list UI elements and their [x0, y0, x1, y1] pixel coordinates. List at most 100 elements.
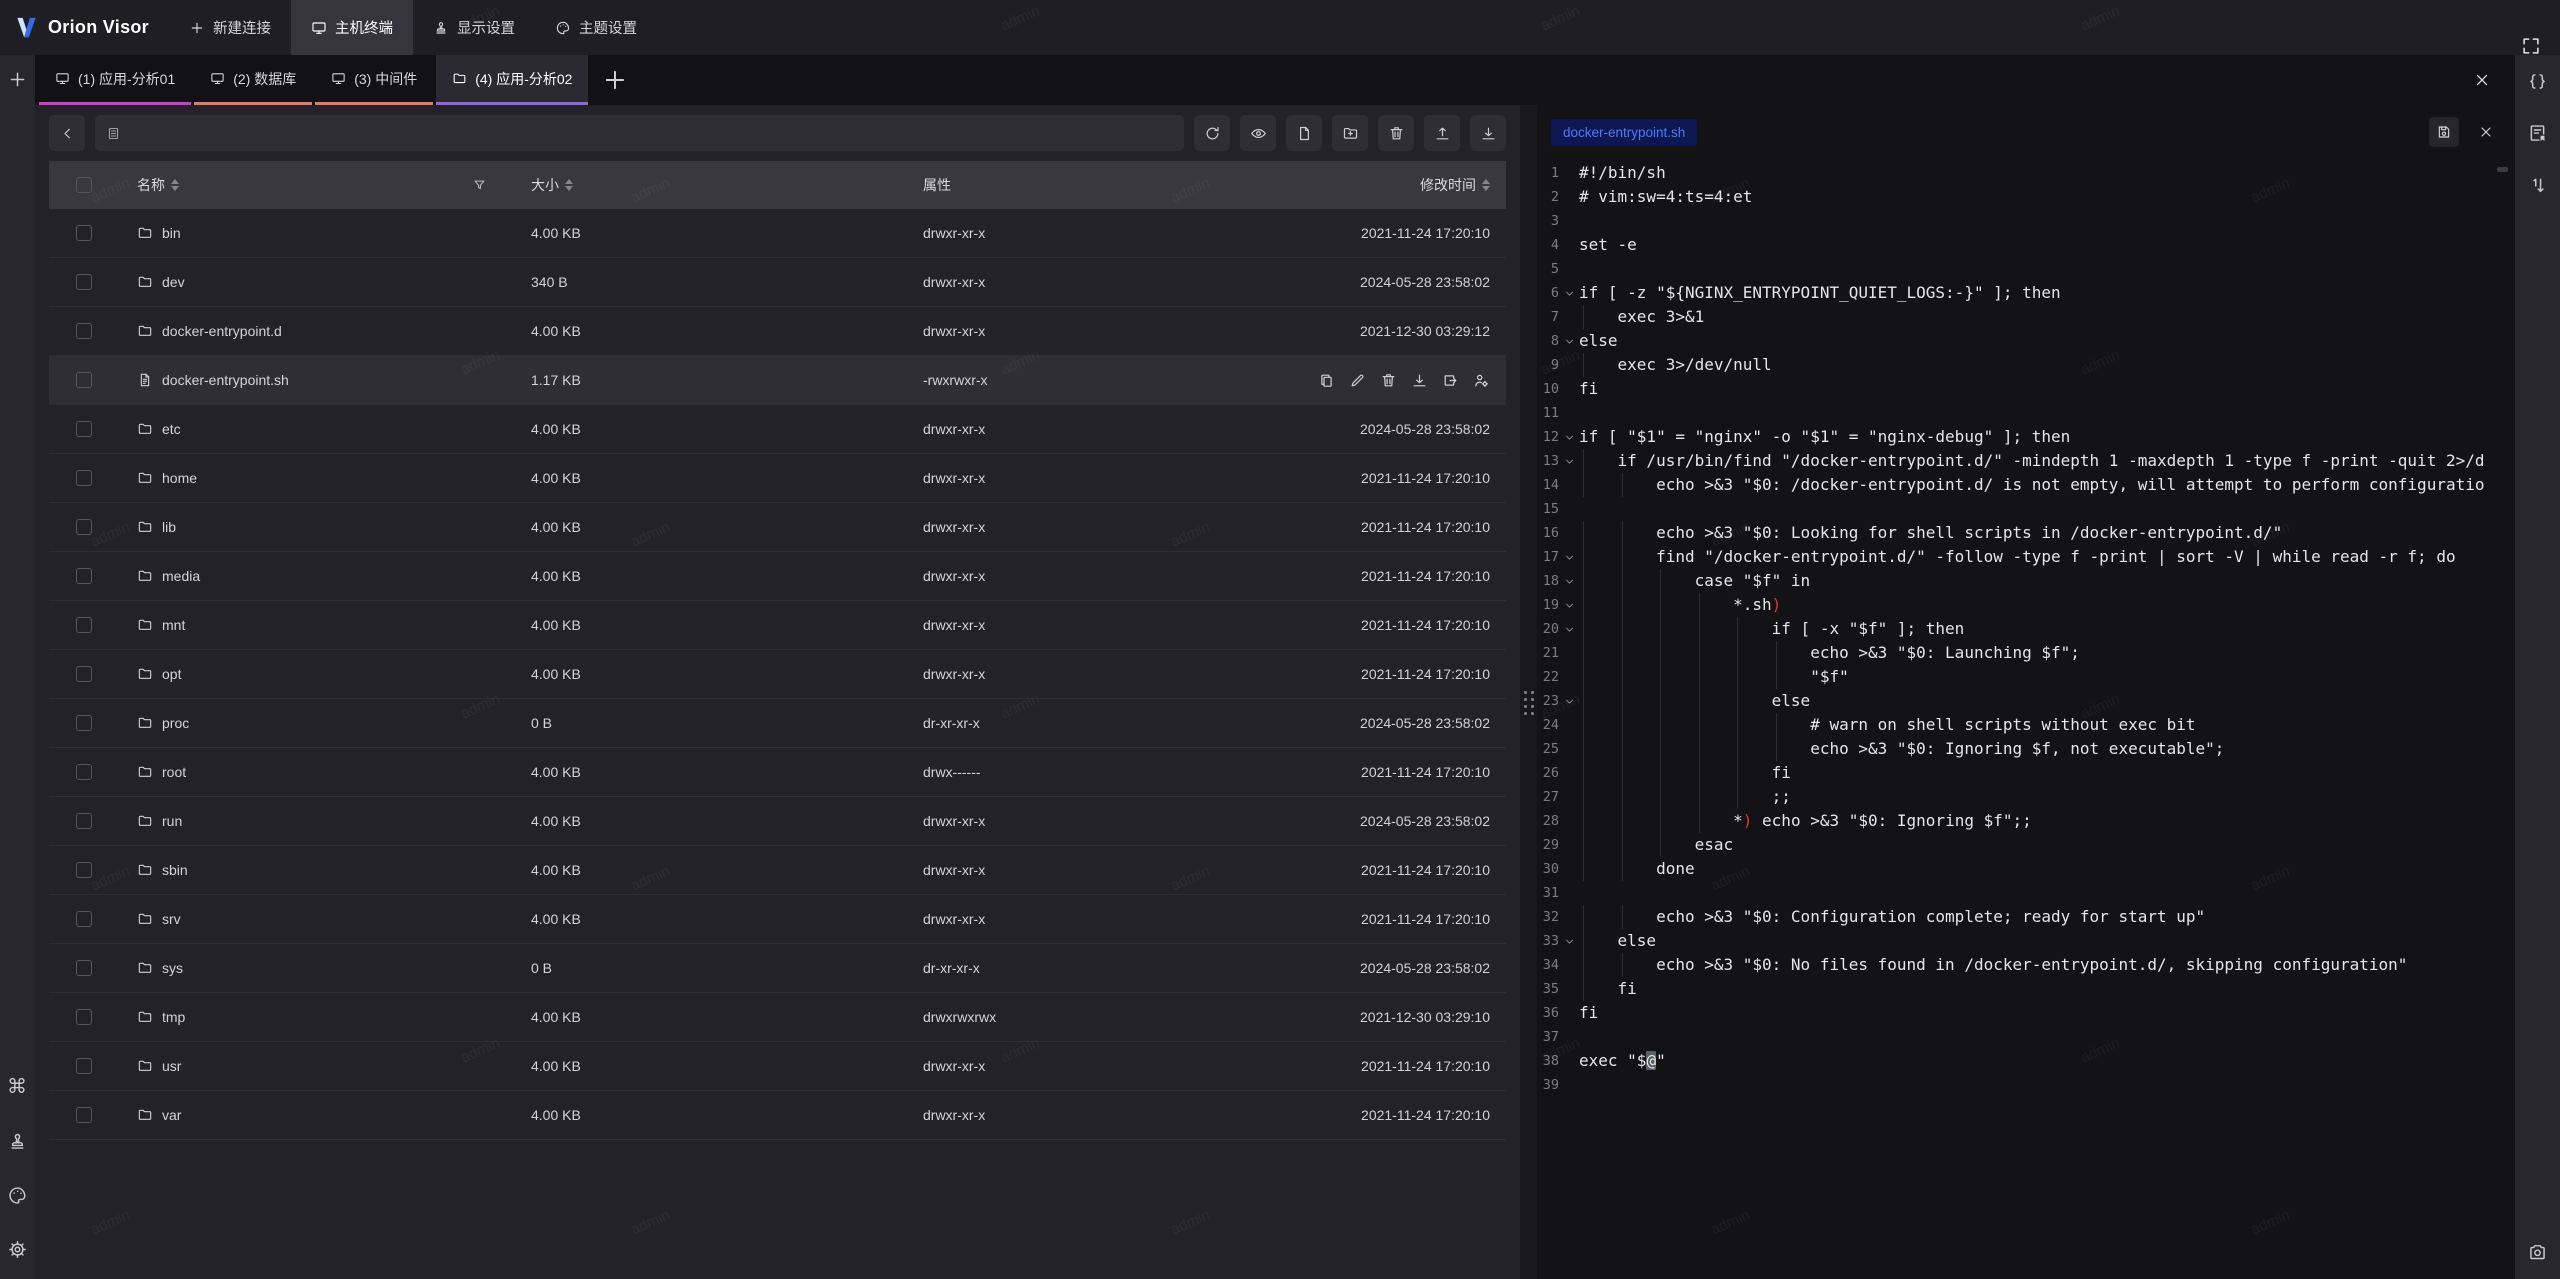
- path-input[interactable]: [95, 115, 1184, 151]
- table-row[interactable]: var4.00 KBdrwxr-xr-x2021-11-24 17:20:10: [49, 1091, 1506, 1140]
- table-row[interactable]: tmp4.00 KBdrwxrwxrwx2021-12-30 03:29:10: [49, 993, 1506, 1042]
- table-row[interactable]: media4.00 KBdrwxr-xr-x2021-11-24 17:20:1…: [49, 552, 1506, 601]
- row-checkbox[interactable]: [76, 813, 92, 829]
- delete-button[interactable]: [1378, 115, 1414, 151]
- line-number: 26: [1537, 761, 1559, 785]
- table-row[interactable]: srv4.00 KBdrwxr-xr-x2021-11-24 17:20:10: [49, 895, 1506, 944]
- table-row[interactable]: proc0 Bdr-xr-xr-x2024-05-28 23:58:02: [49, 699, 1506, 748]
- table-row[interactable]: run4.00 KBdrwxr-xr-x2024-05-28 23:58:02: [49, 797, 1506, 846]
- row-checkbox[interactable]: [76, 764, 92, 780]
- row-checkbox[interactable]: [76, 862, 92, 878]
- sort-icons[interactable]: [565, 179, 573, 191]
- table-row[interactable]: dev340 Bdrwxr-xr-x2024-05-28 23:58:02: [49, 258, 1506, 307]
- row-checkbox[interactable]: [76, 519, 92, 535]
- table-row[interactable]: docker-entrypoint.d4.00 KBdrwxr-xr-x2021…: [49, 307, 1506, 356]
- screenshot-button[interactable]: [2524, 1237, 2552, 1265]
- row-checkbox[interactable]: [76, 911, 92, 927]
- theme-settings-button[interactable]: [4, 1181, 32, 1209]
- fold-toggle[interactable]: [1559, 569, 1579, 593]
- row-checkbox[interactable]: [76, 1009, 92, 1025]
- tab-1[interactable]: (1) 应用-分析01: [39, 55, 191, 105]
- table-row[interactable]: mnt4.00 KBdrwxr-xr-x2021-11-24 17:20:10: [49, 601, 1506, 650]
- new-connection-button[interactable]: [4, 65, 32, 93]
- tab-4[interactable]: (4) 应用-分析02: [436, 55, 588, 105]
- code-editor[interactable]: 1#!/bin/sh2# vim:sw=4:ts=4:et34set -e56i…: [1537, 159, 2515, 1279]
- row-checkbox[interactable]: [76, 225, 92, 241]
- open-file-tag[interactable]: docker-entrypoint.sh: [1551, 119, 1697, 146]
- file-detail-button[interactable]: [2524, 119, 2552, 147]
- table-row[interactable]: sbin4.00 KBdrwxr-xr-x2021-11-24 17:20:10: [49, 846, 1506, 895]
- row-copy-button[interactable]: [1318, 372, 1335, 389]
- new-file-button[interactable]: [1286, 115, 1322, 151]
- row-checkbox[interactable]: [76, 960, 92, 976]
- nav-display-settings[interactable]: 显示设置: [413, 0, 535, 55]
- fold-toggle[interactable]: [1559, 329, 1579, 353]
- nav-new-connection[interactable]: 新建连接: [169, 0, 291, 55]
- shortcut-keys-button[interactable]: ⌘: [4, 1073, 32, 1101]
- table-row[interactable]: etc4.00 KBdrwxr-xr-x2024-05-28 23:58:02: [49, 405, 1506, 454]
- download-button[interactable]: [1470, 115, 1506, 151]
- fold-toggle[interactable]: [1559, 545, 1579, 569]
- new-folder-button[interactable]: [1332, 115, 1368, 151]
- nav-theme-settings[interactable]: 主题设置: [535, 0, 657, 55]
- fold-toggle[interactable]: [1559, 689, 1579, 713]
- row-checkbox[interactable]: [76, 1058, 92, 1074]
- row-checkbox[interactable]: [76, 666, 92, 682]
- fullscreen-button[interactable]: [2518, 15, 2544, 41]
- close-editor-button[interactable]: [2471, 117, 2501, 147]
- table-row[interactable]: home4.00 KBdrwxr-xr-x2021-11-24 17:20:10: [49, 454, 1506, 503]
- row-checkbox[interactable]: [76, 470, 92, 486]
- row-download-button[interactable]: [1411, 372, 1428, 389]
- tab-3[interactable]: (3) 中间件: [315, 55, 433, 105]
- file-size: 4.00 KB: [499, 470, 889, 486]
- panel-splitter[interactable]: [1520, 105, 1537, 1279]
- table-row[interactable]: usr4.00 KBdrwxr-xr-x2021-11-24 17:20:10: [49, 1042, 1506, 1091]
- fold-toggle[interactable]: [1559, 593, 1579, 617]
- row-move-button[interactable]: [1442, 372, 1459, 389]
- column-header-size[interactable]: 大小: [499, 161, 889, 209]
- column-header-time[interactable]: 修改时间: [1279, 161, 1506, 209]
- select-all-checkbox[interactable]: [76, 177, 92, 193]
- tab-2[interactable]: (2) 数据库: [194, 55, 312, 105]
- new-tab-button[interactable]: [601, 66, 629, 94]
- nav-host-terminal[interactable]: 主机终端: [291, 0, 413, 55]
- format-button[interactable]: [2524, 67, 2552, 95]
- back-button[interactable]: [49, 115, 85, 151]
- row-permission-button[interactable]: [1473, 372, 1490, 389]
- table-row[interactable]: sys0 Bdr-xr-xr-x2024-05-28 23:58:02: [49, 944, 1506, 993]
- sort-icons[interactable]: [1482, 179, 1490, 191]
- table-row[interactable]: bin4.00 KBdrwxr-xr-x2021-11-24 17:20:10: [49, 209, 1506, 258]
- row-checkbox[interactable]: [76, 617, 92, 633]
- settings-button[interactable]: [4, 1235, 32, 1263]
- fold-toggle[interactable]: [1559, 449, 1579, 473]
- preview-button[interactable]: [1240, 115, 1276, 151]
- upload-button[interactable]: [1424, 115, 1460, 151]
- fold-toggle[interactable]: [1559, 281, 1579, 305]
- row-checkbox[interactable]: [76, 323, 92, 339]
- fold-toggle[interactable]: [1559, 425, 1579, 449]
- table-row[interactable]: lib4.00 KBdrwxr-xr-x2021-11-24 17:20:10: [49, 503, 1506, 552]
- refresh-button[interactable]: [1194, 115, 1230, 151]
- row-checkbox[interactable]: [76, 1107, 92, 1123]
- row-checkbox[interactable]: [76, 568, 92, 584]
- column-header-name[interactable]: 名称: [119, 161, 499, 209]
- filter-button[interactable]: [472, 178, 499, 193]
- row-checkbox[interactable]: [76, 372, 92, 388]
- row-checkbox[interactable]: [76, 421, 92, 437]
- row-delete-button[interactable]: [1380, 372, 1397, 389]
- display-settings-button[interactable]: [4, 1127, 32, 1155]
- row-checkbox[interactable]: [76, 715, 92, 731]
- editor-scrollbar-thumb[interactable]: [2497, 167, 2508, 172]
- sort-icons[interactable]: [171, 179, 179, 191]
- line-sort-button[interactable]: [2524, 171, 2552, 199]
- close-panel-button[interactable]: [2473, 71, 2491, 89]
- file-editor-panel: docker-entrypoint.sh 1#!/bin/sh2# vim:sw…: [1537, 105, 2515, 1279]
- table-row[interactable]: root4.00 KBdrwx------2021-11-24 17:20:10: [49, 748, 1506, 797]
- row-edit-button[interactable]: [1349, 372, 1366, 389]
- table-row[interactable]: docker-entrypoint.sh1.17 KB-rwxrwxr-x: [49, 356, 1506, 405]
- row-checkbox[interactable]: [76, 274, 92, 290]
- save-file-button[interactable]: [2429, 117, 2459, 147]
- table-row[interactable]: opt4.00 KBdrwxr-xr-x2021-11-24 17:20:10: [49, 650, 1506, 699]
- fold-toggle[interactable]: [1559, 929, 1579, 953]
- fold-toggle[interactable]: [1559, 617, 1579, 641]
